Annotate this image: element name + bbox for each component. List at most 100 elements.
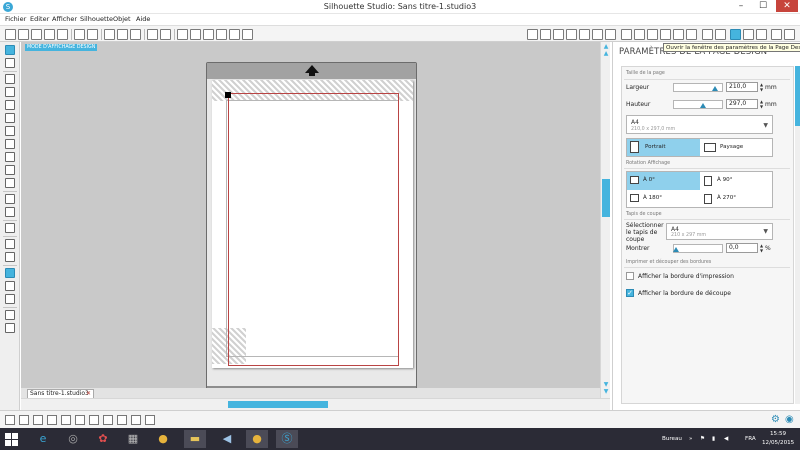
knife-tool-icon[interactable] xyxy=(5,194,15,204)
group-icon[interactable] xyxy=(33,415,43,425)
preferences-gear-icon[interactable]: ⚙ xyxy=(771,414,780,425)
zoom-in-icon[interactable] xyxy=(190,29,201,40)
language-indicator[interactable]: FRA xyxy=(745,436,756,442)
close-button[interactable]: ✕ xyxy=(776,0,798,12)
cut-icon[interactable] xyxy=(130,29,141,40)
tray-volume-icon[interactable]: ◀ xyxy=(724,436,728,442)
modify-icon[interactable] xyxy=(579,29,590,40)
ellipse-tool-icon[interactable] xyxy=(5,113,15,123)
redo-icon[interactable] xyxy=(160,29,171,40)
deselect-icon[interactable] xyxy=(19,415,29,425)
clock-date[interactable]: 12/05/2015 xyxy=(762,440,794,446)
delete-icon[interactable] xyxy=(89,415,99,425)
smooth-freehand-icon[interactable] xyxy=(5,178,15,188)
rotation-180-option[interactable]: À 180° xyxy=(627,190,700,208)
rotation-90-option[interactable]: À 90° xyxy=(701,172,773,190)
replicate-icon[interactable] xyxy=(566,29,577,40)
tray-arrows-icon[interactable]: » xyxy=(689,436,692,442)
panel-scrollbar[interactable] xyxy=(795,66,800,404)
print-icon[interactable] xyxy=(74,29,85,40)
cut-view-icon[interactable] xyxy=(5,323,15,333)
calculator-icon[interactable]: ▦ xyxy=(122,430,144,448)
horizontal-scroll-thumb[interactable] xyxy=(228,401,328,408)
line-style-icon[interactable] xyxy=(686,29,697,40)
landscape-option[interactable]: Paysage xyxy=(701,139,773,156)
rotation-270-option[interactable]: À 270° xyxy=(701,190,773,208)
bring-to-front-icon[interactable] xyxy=(117,415,127,425)
cut-border-checkbox[interactable]: ✓ xyxy=(626,289,634,297)
align-icon[interactable] xyxy=(553,29,564,40)
internet-explorer-icon[interactable]: e xyxy=(32,430,54,448)
curve-tool-icon[interactable] xyxy=(5,139,15,149)
mat-opacity-slider[interactable] xyxy=(673,244,723,253)
mat-opacity-knob[interactable] xyxy=(673,247,679,252)
zoom-selection-icon[interactable] xyxy=(216,29,227,40)
clock-time[interactable]: 15:59 xyxy=(770,431,786,437)
rounded-rectangle-icon[interactable] xyxy=(5,100,15,110)
minimize-button[interactable]: – xyxy=(730,0,752,12)
silhouette-studio-taskbar-icon[interactable]: Ⓢ xyxy=(276,430,298,448)
new-file-icon[interactable] xyxy=(5,29,16,40)
windows-start-icon[interactable] xyxy=(5,433,18,446)
eraser-tool-icon[interactable] xyxy=(5,207,15,217)
canvas-horizontal-scrollbar[interactable] xyxy=(21,398,610,410)
text-style-icon[interactable] xyxy=(621,29,632,40)
canvas-vertical-scrollbar[interactable]: ▲ ▲ ▼ ▼ xyxy=(600,42,610,398)
rectangle-tool-icon[interactable] xyxy=(5,87,15,97)
cut-settings-icon[interactable] xyxy=(715,29,726,40)
select-tool-icon[interactable] xyxy=(5,45,15,55)
tray-flag-icon[interactable]: ⚑ xyxy=(700,436,705,442)
fill-color-icon[interactable] xyxy=(634,29,645,40)
offset-icon[interactable] xyxy=(592,29,603,40)
page-size-dropdown[interactable]: A4 210,0 x 297,0 mm ▼ xyxy=(626,115,773,134)
menu-silhouette[interactable]: Silhouette xyxy=(80,15,113,23)
print-settings-icon[interactable] xyxy=(743,29,754,40)
fill-pattern-icon[interactable] xyxy=(660,29,671,40)
close-tab-icon[interactable]: ✕ xyxy=(86,390,91,398)
make-compound-path-icon[interactable] xyxy=(61,415,71,425)
undo-icon[interactable] xyxy=(147,29,158,40)
desktop-toolbar-label[interactable]: Bureau xyxy=(662,436,682,442)
design-page-icon[interactable] xyxy=(5,268,15,278)
width-slider-knob[interactable] xyxy=(712,86,718,91)
maximize-button[interactable]: ☐ xyxy=(752,0,774,12)
eyedropper-icon[interactable] xyxy=(5,252,15,262)
width-slider[interactable] xyxy=(673,83,723,92)
menu-objet[interactable]: Objet xyxy=(113,15,131,23)
file-explorer-icon[interactable]: ▬ xyxy=(184,430,206,448)
design-canvas[interactable]: MODE D'AFFICHAGE DESIGN xyxy=(21,42,600,398)
drag-zoom-icon[interactable] xyxy=(229,29,240,40)
mat-opacity-input[interactable]: 0,0 xyxy=(726,243,758,253)
vertical-scroll-thumb[interactable] xyxy=(602,179,610,217)
zoom-out-icon[interactable] xyxy=(203,29,214,40)
scroll-bottom-arrow-icon[interactable]: ▼ xyxy=(602,389,610,395)
width-input[interactable]: 210,0 xyxy=(726,82,758,92)
knife-icon[interactable] xyxy=(784,29,795,40)
select-all-icon[interactable] xyxy=(5,415,15,425)
print-border-checkbox[interactable] xyxy=(626,272,634,280)
transform-icon[interactable] xyxy=(540,29,551,40)
save-icon[interactable] xyxy=(31,29,42,40)
menu-fichier[interactable]: Fichier xyxy=(5,15,26,23)
weld-icon[interactable] xyxy=(145,415,155,425)
chrome-icon[interactable]: ● xyxy=(152,430,174,448)
page-settings-icon[interactable] xyxy=(730,29,741,40)
paint-bucket-icon[interactable] xyxy=(5,239,15,249)
height-slider-knob[interactable] xyxy=(700,103,706,108)
show-grid-icon[interactable] xyxy=(5,310,15,320)
library-icon[interactable] xyxy=(57,29,68,40)
tray-network-icon[interactable]: ▮ xyxy=(712,436,715,442)
library-panel-icon[interactable] xyxy=(756,29,767,40)
height-input[interactable]: 297,0 xyxy=(726,99,758,109)
online-store-icon[interactable] xyxy=(5,294,15,304)
ungroup-icon[interactable] xyxy=(47,415,57,425)
release-compound-path-icon[interactable] xyxy=(75,415,85,425)
design-page[interactable] xyxy=(212,80,413,368)
scroll-up-arrow-icon[interactable]: ▲ xyxy=(602,51,610,57)
open-file-icon[interactable] xyxy=(18,29,29,40)
save-as-icon[interactable] xyxy=(44,29,55,40)
paste-icon[interactable] xyxy=(117,29,128,40)
send-to-silhouette-icon[interactable] xyxy=(87,29,98,40)
mat-opacity-spinner[interactable]: ▲ ▼ xyxy=(759,243,764,253)
rotation-0-option[interactable]: À 0° xyxy=(627,172,700,190)
